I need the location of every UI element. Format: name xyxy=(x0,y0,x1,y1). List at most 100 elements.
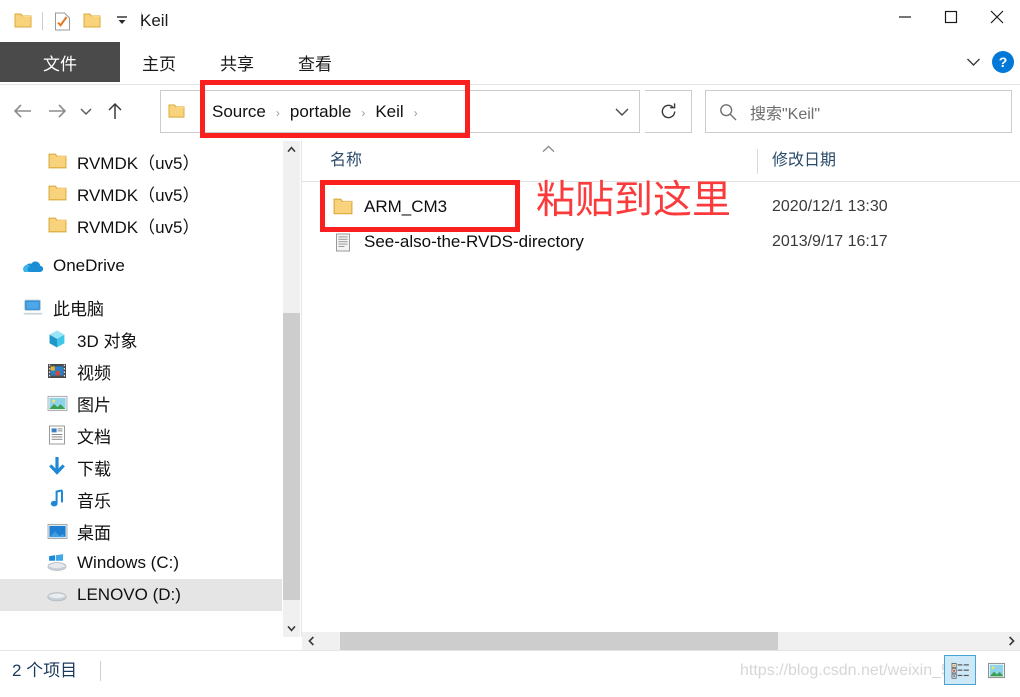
close-button[interactable] xyxy=(974,0,1020,34)
horizontal-scroll-thumb[interactable] xyxy=(340,632,778,650)
sidebar-item-this-pc[interactable]: 此电脑 xyxy=(0,291,282,323)
sidebar-item-label: 文档 xyxy=(77,427,111,447)
sidebar-item-rvmdk-1[interactable]: RVMDK（uv5） xyxy=(0,145,282,177)
breadcrumb-separator-icon[interactable]: › xyxy=(354,106,372,120)
tab-home[interactable]: 主页 xyxy=(120,42,198,82)
address-dropdown-icon[interactable] xyxy=(605,107,639,117)
watermark-text: https://blog.csdn.net/weixin_51 xyxy=(740,662,959,679)
drive-icon xyxy=(44,582,70,608)
view-mode-buttons xyxy=(944,655,1012,685)
folder-icon[interactable] xyxy=(8,6,38,36)
sidebar-item-documents[interactable]: 文档 xyxy=(0,419,282,451)
music-icon xyxy=(44,486,70,512)
documents-icon xyxy=(44,422,70,448)
table-row[interactable]: ARM_CM3 2020/12/1 13:30 xyxy=(302,193,1020,221)
sidebar-item-windows-c[interactable]: Windows (C:) xyxy=(0,547,282,579)
sidebar-item-rvmdk-3[interactable]: RVMDK（uv5） xyxy=(0,209,282,241)
sidebar-item-label: RVMDK（uv5） xyxy=(77,153,200,173)
scroll-left-icon[interactable] xyxy=(302,632,320,650)
videos-icon xyxy=(44,358,70,384)
scroll-up-icon[interactable] xyxy=(283,141,300,158)
title-bar: Keil xyxy=(0,0,1020,42)
search-icon xyxy=(706,103,750,121)
file-list-horizontal-scrollbar[interactable] xyxy=(302,632,1020,650)
window-title: Keil xyxy=(140,11,169,30)
sidebar-item-pictures[interactable]: 图片 xyxy=(0,387,282,419)
sidebar-item-label: 桌面 xyxy=(77,523,111,543)
tab-view[interactable]: 查看 xyxy=(276,42,354,82)
back-button[interactable] xyxy=(6,94,40,128)
help-button[interactable]: ? xyxy=(992,51,1014,73)
windows-drive-icon xyxy=(44,550,70,576)
sidebar-item-label: 图片 xyxy=(77,395,111,415)
sidebar-item-desktop[interactable]: 桌面 xyxy=(0,515,282,547)
scroll-down-icon[interactable] xyxy=(283,620,300,637)
sidebar-item-label: LENOVO (D:) xyxy=(77,585,181,604)
forward-button[interactable] xyxy=(40,94,74,128)
maximize-button[interactable] xyxy=(928,0,974,34)
breadcrumb: Source › portable › Keil › xyxy=(191,102,605,122)
folder-icon xyxy=(44,212,70,238)
folder-icon xyxy=(330,198,356,216)
sort-ascending-icon xyxy=(542,144,555,156)
sidebar-item-label: RVMDK（uv5） xyxy=(77,185,200,205)
downloads-icon xyxy=(44,454,70,480)
details-view-button[interactable] xyxy=(944,655,976,685)
file-name: ARM_CM3 xyxy=(364,197,448,216)
breadcrumb-item-portable[interactable]: portable xyxy=(287,102,354,122)
3d-objects-icon xyxy=(44,326,70,352)
sidebar-item-label: 3D 对象 xyxy=(77,331,138,351)
sidebar-item-label: Windows (C:) xyxy=(77,553,180,572)
file-name: See-also-the-RVDS-directory xyxy=(364,232,584,251)
file-list-pane: 名称 修改日期 ARM_CM3 2020/12/1 13:30 See-also… xyxy=(302,141,1020,637)
nav-buttons xyxy=(6,93,132,129)
minimize-button[interactable] xyxy=(882,0,928,34)
tab-file[interactable]: 文件 xyxy=(0,42,120,82)
sidebar-scrollbar[interactable] xyxy=(283,141,300,637)
sidebar-item-onedrive[interactable]: OneDrive xyxy=(0,250,282,282)
customize-dropdown-icon[interactable] xyxy=(107,6,137,36)
sidebar-item-label: 音乐 xyxy=(77,491,111,511)
new-folder-icon[interactable] xyxy=(77,6,107,36)
this-pc-icon xyxy=(20,294,46,320)
refresh-button[interactable] xyxy=(645,90,692,133)
scroll-right-icon[interactable] xyxy=(1002,632,1020,650)
column-header-name[interactable]: 名称 xyxy=(330,141,362,181)
up-button[interactable] xyxy=(98,94,132,128)
column-divider[interactable] xyxy=(757,149,758,174)
sidebar-scroll-thumb[interactable] xyxy=(283,313,300,600)
quick-access-toolbar xyxy=(8,0,146,42)
file-date: 2013/9/17 16:17 xyxy=(772,233,888,250)
sidebar-item-lenovo-d[interactable]: LENOVO (D:) xyxy=(0,579,282,611)
recent-locations-icon[interactable] xyxy=(74,94,98,128)
breadcrumb-separator-icon[interactable]: › xyxy=(407,106,425,120)
sidebar-item-label: RVMDK（uv5） xyxy=(77,217,200,237)
ribbon-right-controls: ? xyxy=(960,42,1014,82)
breadcrumb-item-keil[interactable]: Keil xyxy=(372,102,406,122)
onedrive-icon xyxy=(20,253,46,279)
status-separator xyxy=(100,661,101,681)
chevron-down-icon[interactable] xyxy=(960,49,986,75)
sidebar-item-3d-objects[interactable]: 3D 对象 xyxy=(0,323,282,355)
table-row[interactable]: See-also-the-RVDS-directory 2013/9/17 16… xyxy=(302,228,1020,256)
properties-icon[interactable] xyxy=(47,6,77,36)
window-controls xyxy=(882,0,1020,34)
search-box[interactable]: 搜索"Keil" xyxy=(705,90,1012,133)
tab-share[interactable]: 共享 xyxy=(198,42,276,82)
sidebar-item-downloads[interactable]: 下载 xyxy=(0,451,282,483)
sidebar-item-rvmdk-2[interactable]: RVMDK（uv5） xyxy=(0,177,282,209)
search-input[interactable]: 搜索"Keil" xyxy=(750,100,820,124)
breadcrumb-item-source[interactable]: Source xyxy=(209,102,269,122)
pictures-icon xyxy=(44,390,70,416)
breadcrumb-separator-icon[interactable]: › xyxy=(269,106,287,120)
sidebar-item-label: OneDrive xyxy=(53,256,125,275)
sidebar-item-videos[interactable]: 视频 xyxy=(0,355,282,387)
large-icons-view-button[interactable] xyxy=(980,655,1012,685)
column-header-date[interactable]: 修改日期 xyxy=(772,141,836,181)
address-bar[interactable]: Source › portable › Keil › xyxy=(160,90,640,133)
sidebar-item-label: 此电脑 xyxy=(53,299,104,319)
sidebar-item-music[interactable]: 音乐 xyxy=(0,483,282,515)
navigation-pane: RVMDK（uv5） RVMDK（uv5） RVMDK（uv5） OneDriv… xyxy=(0,141,282,637)
